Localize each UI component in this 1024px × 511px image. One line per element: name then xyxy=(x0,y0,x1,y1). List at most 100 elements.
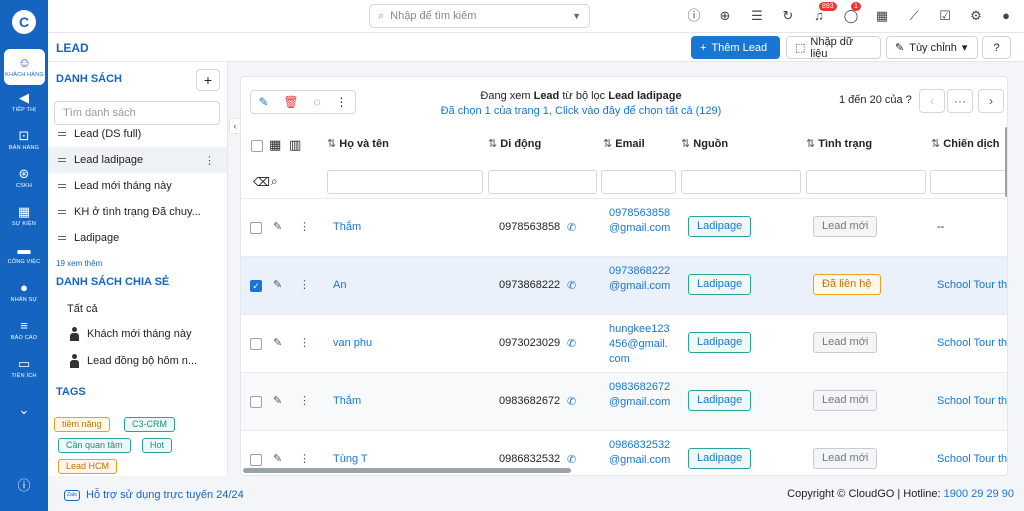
column-header[interactable]: ⇅ Tình trạng xyxy=(806,137,872,150)
lead-email-link[interactable]: 0973868222@gmail.com xyxy=(609,264,671,294)
customize-button[interactable]: ✎ Tùy chỉnh ▾ xyxy=(886,36,978,59)
see-more-link[interactable]: 19 xem thêm xyxy=(56,259,102,268)
settings-icon[interactable]: ⚙ xyxy=(968,8,984,24)
shared-list-item[interactable]: Khách mới tháng này xyxy=(48,321,227,347)
more-vertical-icon[interactable]: ⋮ xyxy=(204,154,215,167)
row-checkbox[interactable] xyxy=(250,454,262,466)
cloudgo-logo[interactable]: C xyxy=(12,10,36,34)
phone-call-icon[interactable]: ✆ xyxy=(567,453,576,466)
vertical-scrollbar[interactable] xyxy=(1005,127,1007,197)
tag-chip[interactable]: C3-CRM xyxy=(124,417,175,432)
campaign-link[interactable]: School Tour thá xyxy=(937,279,1007,291)
more-vertical-icon[interactable]: ⋮ xyxy=(299,336,310,349)
table-row[interactable]: ✎ ⋮ Thắm 0978563858 ✆ 0978563858@gmail.com Lad… xyxy=(241,198,1007,256)
clear-filter-icon[interactable]: ⌫ xyxy=(253,175,270,189)
column-header[interactable]: ⇅ Họ và tên xyxy=(327,137,389,150)
more-vertical-icon[interactable]: ⋮ xyxy=(299,394,310,407)
next-page-button[interactable]: › xyxy=(978,89,1004,113)
column-freeze-icon[interactable]: ▥ xyxy=(289,137,301,153)
row-checkbox[interactable] xyxy=(250,338,262,350)
lead-name-link[interactable]: van phu xyxy=(333,337,372,349)
nav-item-lifebuoy[interactable]: ⊛ CSKH xyxy=(0,159,48,197)
alert-circle-icon[interactable]: ⓘ xyxy=(686,8,702,24)
refresh-icon[interactable]: ↻ xyxy=(780,8,796,24)
column-header[interactable]: ⇅ Nguồn xyxy=(681,137,728,150)
edit-row-icon[interactable]: ✎ xyxy=(273,278,282,291)
lead-email-link[interactable]: 0983682672@gmail.com xyxy=(609,380,671,410)
hotline-link[interactable]: 1900 29 29 90 xyxy=(944,488,1014,500)
list-icon[interactable]: ☰ xyxy=(749,8,765,24)
info-icon[interactable]: ⓘ xyxy=(0,466,48,504)
bell-icon[interactable]: ♫ 893 xyxy=(811,2,837,24)
nav-item-briefcase[interactable]: ▬ CÔNG VIỆC xyxy=(0,235,48,273)
nav-item-person[interactable]: ● NHÂN SỰ xyxy=(0,273,48,311)
nav-item-toolbox[interactable]: ▭ TIỆN ÍCH xyxy=(0,349,48,387)
chevron-down-icon[interactable]: ▼ xyxy=(572,11,581,21)
column-header[interactable]: ⇅ Email xyxy=(603,137,645,150)
list-item[interactable]: Ladipage xyxy=(48,225,227,251)
lead-email-link[interactable]: hungkee123456@gmail.com xyxy=(609,322,671,367)
lead-name-link[interactable]: Thắm xyxy=(333,395,361,407)
tag-chip[interactable]: Lead HCM xyxy=(58,459,118,474)
select-all-link[interactable]: Đã chọn 1 của trang 1, Click vào đây để … xyxy=(391,104,771,119)
nav-item-cart[interactable]: ⊡ BÁN HÀNG xyxy=(0,121,48,159)
campaign-link[interactable]: School Tour thá xyxy=(937,337,1007,349)
lead-email-link[interactable]: 0978563858@gmail.com xyxy=(609,206,671,236)
table-row[interactable]: ✓ ✎ ⋮ An 0973868222 ✆ 0973868222@gmail.com Ladi… xyxy=(241,256,1007,314)
import-data-button[interactable]: ⬚ Nhập dữ liệu xyxy=(786,36,881,60)
edit-row-icon[interactable]: ✎ xyxy=(273,452,282,465)
table-row[interactable]: ✎ ⋮ van phu 0973023029 ✆ hungkee123456@gmail.… xyxy=(241,314,1007,372)
expand-menu-icon[interactable]: ⌄ xyxy=(0,390,48,428)
phone-call-icon[interactable]: ✆ xyxy=(567,395,576,408)
search-filter-icon[interactable]: ⌕ xyxy=(271,174,278,189)
row-checkbox[interactable]: ✓ xyxy=(250,280,262,292)
phone-call-icon[interactable]: ✆ xyxy=(567,279,576,292)
table-row[interactable]: ✎ ⋮ Thắm 0983682672 ✆ 0983682672@gmail.com Lad… xyxy=(241,372,1007,430)
nav-item-users[interactable]: ☺ KHÁCH HÀNG xyxy=(4,49,45,85)
support-link[interactable]: Zalo Hỗ trợ sử dụng trực tuyến 24/24 xyxy=(64,489,244,501)
shared-list-item[interactable]: Lead đồng bộ hôm n... xyxy=(48,348,227,374)
list-item[interactable]: Lead mới tháng này xyxy=(48,173,227,199)
add-list-button[interactable]: + xyxy=(196,69,220,91)
filter-campaign-input[interactable] xyxy=(930,170,1007,194)
add-lead-button[interactable]: + Thêm Lead xyxy=(691,36,780,59)
more-vertical-icon[interactable]: ⋮ xyxy=(299,220,310,233)
column-header[interactable]: ⇅ Chiến dịch xyxy=(931,137,1000,150)
calendar-icon[interactable]: ▦ xyxy=(874,8,890,24)
list-item[interactable]: Lead (DS full) xyxy=(48,121,227,147)
tag-chip[interactable]: tiềm năng xyxy=(54,417,110,432)
filter-email-input[interactable] xyxy=(601,170,676,194)
more-vertical-icon[interactable]: ⋮ xyxy=(299,278,310,291)
chart-icon[interactable]: ⟋ xyxy=(906,8,922,24)
filter-status-input[interactable] xyxy=(806,170,926,194)
filter-phone-input[interactable] xyxy=(488,170,597,194)
campaign-link[interactable]: School Tour thá xyxy=(937,395,1007,407)
filter-source-input[interactable] xyxy=(681,170,801,194)
nav-item-megaphone[interactable]: ◀ TIẾP THỊ xyxy=(0,83,48,121)
more-pages-button[interactable]: ··· xyxy=(947,89,973,113)
nav-item-calendar[interactable]: ▦ SỰ KIỆN xyxy=(0,197,48,235)
column-settings-icon[interactable]: ▦ xyxy=(269,137,281,153)
nav-item-report[interactable]: ≡ BÁO CÁO xyxy=(0,311,48,349)
add-circle-icon[interactable]: ⊕ xyxy=(717,8,733,24)
chat-icon[interactable]: ◯ 1 xyxy=(843,2,861,24)
lead-name-link[interactable]: Thắm xyxy=(333,221,361,233)
column-header[interactable]: ⇅ Di động xyxy=(488,137,541,150)
lead-email-link[interactable]: 0986832532@gmail.com xyxy=(609,438,671,468)
global-search-input[interactable]: ⌕ Nhập để tìm kiếm ▼ xyxy=(369,4,590,28)
campaign-link[interactable]: School Tour thá xyxy=(937,453,1007,465)
list-item[interactable]: Lead ladipage ⋮ xyxy=(48,147,227,173)
prev-page-button[interactable]: ‹ xyxy=(919,89,945,113)
phone-call-icon[interactable]: ✆ xyxy=(567,337,576,350)
edit-row-icon[interactable]: ✎ xyxy=(273,220,282,233)
edit-row-icon[interactable]: ✎ xyxy=(273,336,282,349)
comment-icon[interactable]: ◌ xyxy=(314,95,321,109)
shared-list-all[interactable]: Tất cả xyxy=(48,296,227,322)
lead-name-link[interactable]: An xyxy=(333,279,346,291)
row-checkbox[interactable] xyxy=(250,222,262,234)
help-button[interactable]: ? xyxy=(982,36,1011,59)
edit-icon[interactable]: ✎ xyxy=(258,95,268,109)
more-vertical-icon[interactable]: ⋮ xyxy=(336,95,348,109)
more-vertical-icon[interactable]: ⋮ xyxy=(299,452,310,465)
row-checkbox[interactable] xyxy=(250,396,262,408)
